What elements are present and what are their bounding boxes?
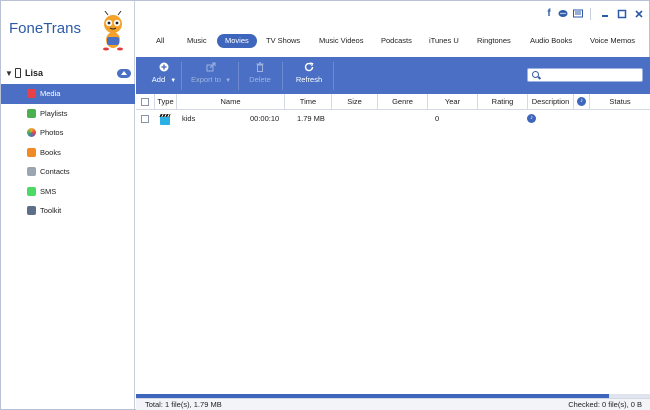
phone-icon — [15, 68, 21, 78]
tab-ringtones[interactable]: Ringtones — [477, 34, 511, 48]
sms-icon — [27, 186, 36, 196]
column-itunes[interactable]: ♪ — [574, 94, 590, 110]
tab-movies[interactable]: Movies — [217, 34, 257, 48]
maximize-icon[interactable] — [617, 9, 627, 19]
tab-voice-memos[interactable]: Voice Memos — [590, 34, 635, 48]
export-label: Export to — [190, 75, 221, 84]
logo-area: FoneTrans — [1, 1, 135, 61]
media-tabs: All Music Movies TV Shows Music Videos P… — [136, 31, 650, 51]
tab-music[interactable]: Music — [187, 34, 207, 48]
photos-icon — [27, 128, 36, 137]
feedback-icon[interactable] — [573, 9, 583, 19]
tab-audio-books[interactable]: Audio Books — [530, 34, 572, 48]
eject-icon[interactable] — [117, 69, 131, 78]
row-checkbox[interactable] — [141, 115, 149, 123]
column-name[interactable]: Name — [177, 94, 285, 110]
collapse-arrow-icon[interactable]: ▼ — [5, 69, 13, 78]
sidebar-item-label: Contacts — [40, 167, 70, 177]
cell-name: kids — [182, 114, 196, 123]
itunes-note-icon: ♪ — [527, 114, 536, 123]
toolbar-divider — [238, 62, 239, 90]
tab-itunes-u[interactable]: iTunes U — [429, 34, 459, 48]
delete-button[interactable]: Delete — [242, 57, 278, 94]
toolbar-divider — [181, 62, 182, 90]
titlebar: f — [136, 1, 650, 28]
sidebar-item-label: SMS — [40, 186, 57, 196]
mascot-logo-icon — [103, 11, 123, 51]
tab-podcasts[interactable]: Podcasts — [381, 34, 412, 48]
cell-size: 1.79 MB — [297, 114, 325, 123]
dropdown-arrow-icon[interactable]: ▼ — [170, 78, 176, 84]
sidebar-item-label: Playlists — [40, 108, 68, 118]
toolbar: Add ▼ Export to ▼ Delete Refresh — [136, 57, 650, 94]
sidebar-item-label: Media — [40, 89, 61, 99]
select-all-column — [136, 94, 155, 110]
column-description[interactable]: Description — [528, 94, 574, 110]
app-title: FoneTrans — [9, 20, 81, 37]
sidebar-item-label: Toolkit — [40, 206, 62, 216]
minimize-icon[interactable] — [600, 9, 610, 19]
refresh-button[interactable]: Refresh — [290, 57, 328, 94]
column-rating[interactable]: Rating — [478, 94, 528, 110]
chat-icon[interactable] — [558, 9, 568, 19]
tab-tv-shows[interactable]: TV Shows — [266, 34, 300, 48]
books-icon — [27, 147, 36, 157]
sidebar-item-sms[interactable]: SMS — [1, 182, 135, 202]
select-all-checkbox[interactable] — [141, 98, 149, 106]
status-checked: Checked: 0 file(s), 0 B — [568, 400, 642, 409]
toolbar-divider — [282, 62, 283, 90]
tab-all[interactable]: All — [156, 34, 164, 48]
add-label: Add — [151, 75, 166, 84]
device-row[interactable]: ▼ Lisa — [1, 65, 135, 83]
trash-icon — [255, 62, 265, 72]
sidebar-item-contacts[interactable]: Contacts — [1, 162, 135, 182]
table-header: Type Name Time Size Genre Year Rating De… — [136, 94, 650, 110]
status-bar: Total: 1 file(s), 1.79 MB Checked: 0 fil… — [136, 398, 650, 410]
column-status[interactable]: Status — [590, 94, 650, 110]
column-genre[interactable]: Genre — [378, 94, 428, 110]
movie-file-icon — [160, 116, 170, 125]
column-year[interactable]: Year — [428, 94, 478, 110]
sidebar-item-toolkit[interactable]: Toolkit — [1, 201, 135, 221]
sidebar-nav: Media Playlists Photos Books Contacts SM… — [1, 84, 135, 221]
sidebar-item-playlists[interactable]: Playlists — [1, 104, 135, 124]
close-icon[interactable] — [634, 9, 644, 19]
export-button[interactable]: Export to ▼ — [186, 57, 236, 94]
sidebar-item-label: Photos — [40, 128, 64, 138]
tab-music-videos[interactable]: Music Videos — [319, 34, 363, 48]
media-table: Type Name Time Size Genre Year Rating De… — [136, 94, 650, 394]
toolkit-icon — [27, 206, 36, 215]
column-type[interactable]: Type — [155, 94, 177, 110]
cell-time: 00:00:10 — [250, 114, 280, 123]
device-name: Lisa — [25, 68, 44, 78]
cell-rating: 0 — [435, 114, 440, 123]
add-icon — [159, 62, 169, 72]
table-row[interactable]: kids 00:00:10 1.79 MB 0 ♪ — [136, 111, 650, 127]
sidebar-item-books[interactable]: Books — [1, 143, 135, 163]
delete-label: Delete — [249, 75, 271, 84]
dropdown-arrow-icon[interactable]: ▼ — [225, 78, 231, 84]
sidebar: FoneTrans ▼ Lisa Media Playlists Photos … — [1, 1, 135, 409]
add-button[interactable]: Add ▼ — [146, 57, 182, 94]
status-total: Total: 1 file(s), 1.79 MB — [145, 400, 222, 409]
playlist-icon — [27, 108, 36, 118]
app-window: FoneTrans ▼ Lisa Media Playlists Photos … — [0, 0, 650, 410]
sidebar-item-photos[interactable]: Photos — [1, 123, 135, 143]
search-input[interactable] — [527, 68, 643, 82]
export-icon — [206, 62, 216, 72]
refresh-icon — [304, 62, 314, 72]
sidebar-item-label: Books — [40, 147, 61, 157]
refresh-label: Refresh — [295, 75, 323, 84]
facebook-icon[interactable]: f — [544, 9, 554, 19]
itunes-note-icon: ♪ — [577, 97, 586, 106]
column-size[interactable]: Size — [332, 94, 378, 110]
music-icon — [27, 89, 36, 98]
sidebar-item-media[interactable]: Media — [1, 84, 135, 104]
search-icon — [532, 71, 539, 78]
contacts-icon — [27, 167, 36, 176]
toolbar-divider — [333, 62, 334, 90]
titlebar-divider — [590, 8, 591, 20]
column-time[interactable]: Time — [285, 94, 332, 110]
